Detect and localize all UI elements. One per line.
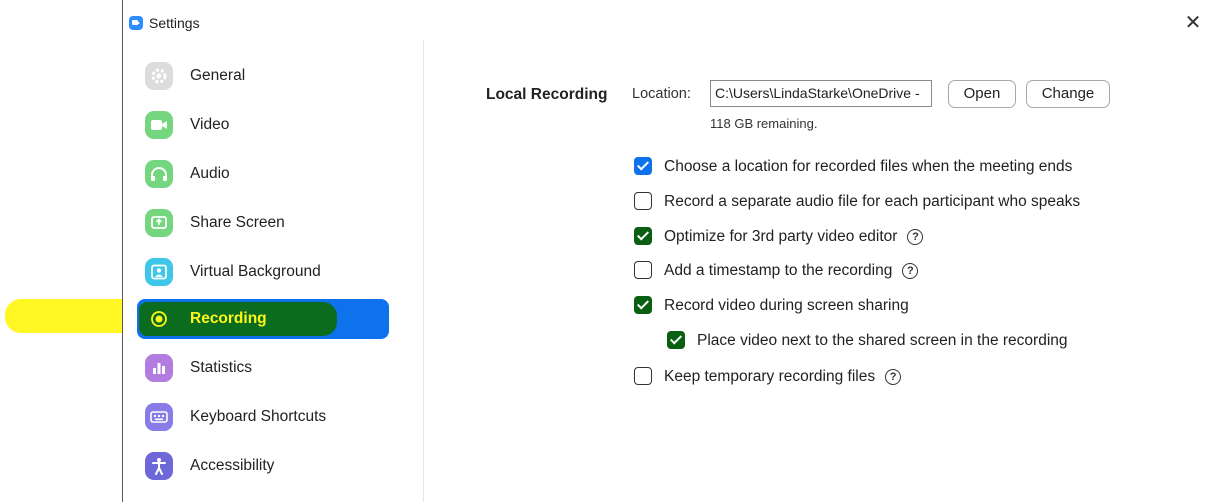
help-icon[interactable]: ? xyxy=(907,229,924,245)
camera-icon xyxy=(145,111,173,139)
checkbox-choose-location[interactable] xyxy=(634,157,652,175)
sidebar-item-statistics[interactable]: Statistics xyxy=(137,348,389,388)
option-label: Keep temporary recording files xyxy=(664,368,876,385)
sidebar-item-label: Keyboard Shortcuts xyxy=(190,408,327,425)
bar-chart-icon xyxy=(145,354,173,382)
record-icon xyxy=(145,305,173,333)
sidebar-item-label: Recording xyxy=(190,310,267,327)
recording-settings-panel: Local Recording Location: C:\Users\Linda… xyxy=(424,40,1209,502)
sidebar-item-audio[interactable]: Audio xyxy=(137,154,389,194)
sidebar-item-virtual-background[interactable]: Virtual Background xyxy=(137,252,389,292)
keyboard-icon xyxy=(145,403,173,431)
sidebar-item-label: General xyxy=(190,67,246,84)
sidebar-item-label: Audio xyxy=(190,165,230,182)
storage-remaining: 118 GB remaining. xyxy=(710,116,818,131)
sidebar-item-label: Virtual Background xyxy=(190,263,321,280)
title-bar: Settings ✕ xyxy=(123,0,1209,40)
zoom-app-icon xyxy=(129,16,143,30)
help-icon[interactable]: ? xyxy=(902,263,919,279)
gear-icon xyxy=(145,62,173,90)
option-label: Place video next to the shared screen in… xyxy=(697,332,1068,349)
checkbox-record-video-sharing[interactable] xyxy=(634,296,652,314)
settings-sidebar: General Video Audio Share Screen Virtual… xyxy=(123,40,424,502)
sidebar-item-label: Video xyxy=(190,116,230,133)
option-label: Record video during screen sharing xyxy=(664,297,909,314)
local-recording-heading: Local Recording xyxy=(486,86,608,103)
sidebar-item-label: Share Screen xyxy=(190,214,285,231)
help-icon[interactable]: ? xyxy=(885,369,902,385)
sidebar-item-label: Accessibility xyxy=(190,457,275,474)
option-label: Record a separate audio file for each pa… xyxy=(664,193,1081,210)
checkbox-keep-temp-files[interactable] xyxy=(634,367,652,385)
window-title: Settings xyxy=(149,15,200,31)
location-path-field[interactable]: C:\Users\LindaStarke\OneDrive - xyxy=(710,80,932,107)
share-screen-icon xyxy=(145,209,173,237)
sidebar-item-keyboard-shortcuts[interactable]: Keyboard Shortcuts xyxy=(137,397,389,437)
sidebar-item-general[interactable]: General xyxy=(137,56,389,96)
change-button[interactable]: Change xyxy=(1026,80,1110,108)
option-label: Optimize for 3rd party video editor xyxy=(664,228,898,245)
sidebar-item-share-screen[interactable]: Share Screen xyxy=(137,203,389,243)
option-label: Choose a location for recorded files whe… xyxy=(664,158,1073,175)
sidebar-item-video[interactable]: Video xyxy=(137,105,389,145)
open-button[interactable]: Open xyxy=(948,80,1016,108)
sidebar-item-recording[interactable]: Recording xyxy=(137,299,389,339)
sidebar-item-label: Statistics xyxy=(190,359,253,376)
location-label: Location: xyxy=(632,86,691,102)
option-label-wrap: Optimize for 3rd party video editor? xyxy=(664,228,924,246)
sidebar-item-accessibility[interactable]: Accessibility xyxy=(137,446,389,486)
checkbox-timestamp[interactable] xyxy=(634,261,652,279)
person-icon xyxy=(145,258,173,286)
option-label: Add a timestamp to the recording xyxy=(664,262,893,279)
checkbox-optimize-editor[interactable] xyxy=(634,227,652,245)
option-label-wrap: Keep temporary recording files? xyxy=(664,368,902,386)
close-icon[interactable]: ✕ xyxy=(1180,10,1206,36)
accessibility-icon xyxy=(145,452,173,480)
headphones-icon xyxy=(145,160,173,188)
checkbox-place-video[interactable] xyxy=(667,331,685,349)
option-label-wrap: Add a timestamp to the recording? xyxy=(664,262,919,280)
checkbox-separate-audio[interactable] xyxy=(634,192,652,210)
settings-window: Settings ✕ General Video Audio Share Scr… xyxy=(122,0,1209,502)
